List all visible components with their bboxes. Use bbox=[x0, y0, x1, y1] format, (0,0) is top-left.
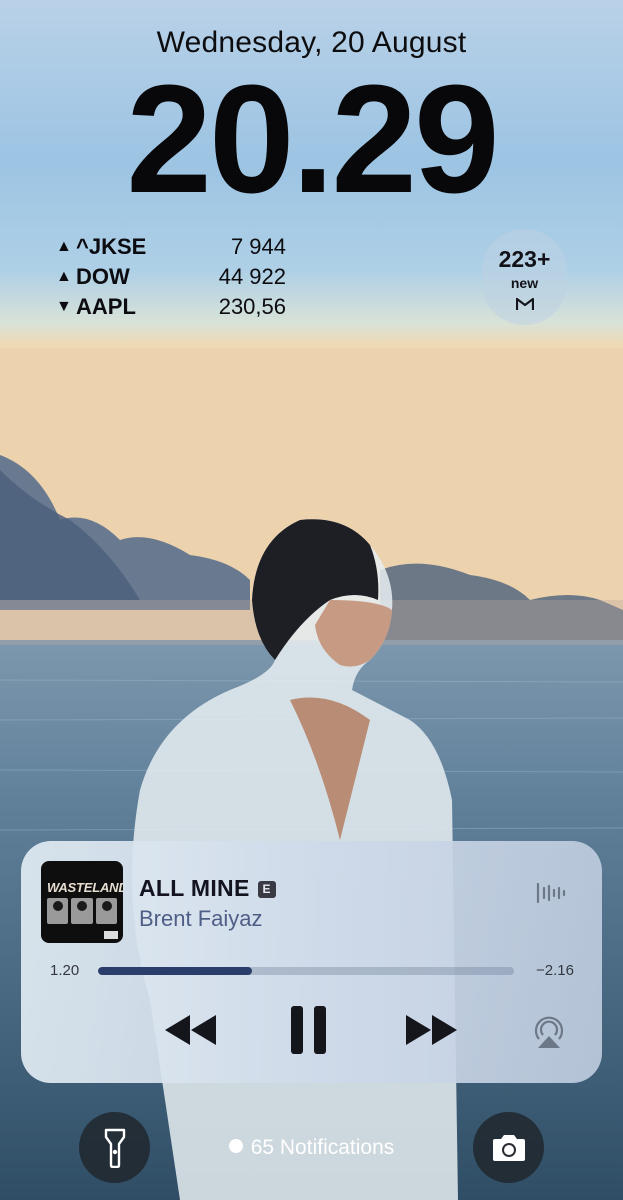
stock-row-dow: ▲ DOW 44 922 bbox=[56, 262, 286, 292]
stock-up-arrow-icon: ▲ bbox=[56, 238, 72, 255]
mail-unread-count: 223+ bbox=[498, 246, 551, 272]
elapsed-time: 1.20 bbox=[50, 962, 80, 979]
album-art-title: WASTELAND bbox=[47, 880, 123, 895]
waveform-icon[interactable] bbox=[535, 882, 567, 909]
stock-row-jkse: ▲ ^JKSE 7 944 bbox=[56, 232, 286, 262]
mail-widget[interactable]: 223+ new bbox=[482, 229, 567, 325]
playback-progress-fill bbox=[98, 967, 252, 975]
airplay-icon bbox=[534, 1016, 564, 1048]
stocks-widget[interactable]: ▲ ^JKSE 7 944 ▲ DOW 44 922 ▼ AAPL 230,56 bbox=[56, 232, 286, 322]
song-artist: Brent Faiyaz bbox=[139, 906, 263, 931]
stock-value: 44 922 bbox=[218, 264, 286, 289]
stock-value: 230,56 bbox=[218, 294, 286, 319]
gmail-icon bbox=[482, 297, 567, 316]
lockscreen-clock: 20.29 bbox=[126, 53, 499, 225]
stock-up-arrow-icon: ▲ bbox=[56, 268, 72, 285]
remaining-time: −2.16 bbox=[536, 962, 574, 979]
stock-row-aapl: ▼ AAPL 230,56 bbox=[56, 292, 286, 322]
playback-scrubber[interactable] bbox=[98, 967, 514, 975]
notifications-count-label: 65 Notifications bbox=[250, 1136, 395, 1159]
now-playing-widget[interactable]: WASTELAND ALL MINE E Brent Faiyaz 1.20 −2… bbox=[21, 841, 602, 1083]
parental-advisory-icon bbox=[104, 931, 118, 939]
stock-symbol: DOW bbox=[76, 264, 130, 289]
stock-down-arrow-icon: ▼ bbox=[56, 298, 72, 315]
album-artwork[interactable]: WASTELAND bbox=[41, 861, 123, 943]
rewind-button[interactable] bbox=[163, 1013, 219, 1052]
album-art-figures bbox=[47, 898, 117, 924]
airplay-button[interactable] bbox=[531, 1015, 567, 1054]
explicit-badge: E bbox=[257, 881, 276, 898]
fast-forward-icon bbox=[406, 1015, 457, 1045]
notification-dot-icon bbox=[228, 1139, 243, 1153]
camera-icon bbox=[492, 1134, 525, 1161]
stock-symbol: ^JKSE bbox=[76, 234, 147, 259]
song-title: ALL MINE E bbox=[139, 875, 276, 902]
pause-icon bbox=[291, 1006, 326, 1054]
fast-forward-button[interactable] bbox=[404, 1013, 460, 1052]
camera-button[interactable] bbox=[473, 1112, 544, 1183]
rewind-icon bbox=[165, 1015, 216, 1045]
stock-symbol: AAPL bbox=[76, 294, 136, 319]
mail-unread-label: new bbox=[510, 275, 539, 291]
stock-value: 7 944 bbox=[230, 234, 286, 259]
pause-button[interactable] bbox=[289, 1005, 329, 1060]
song-title-text: ALL MINE bbox=[139, 875, 250, 901]
